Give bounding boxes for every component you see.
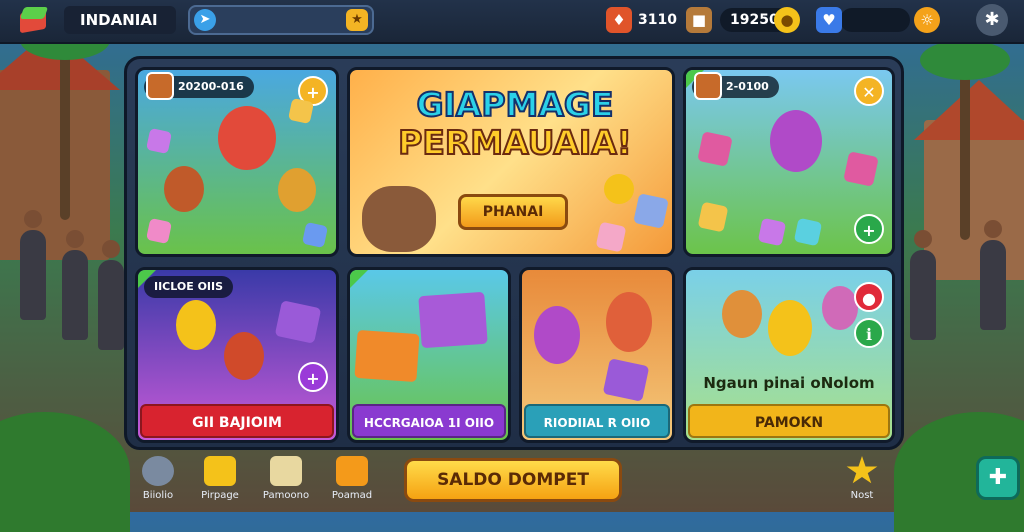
play-button[interactable]: RIODIIAL R OIIO — [524, 404, 670, 438]
gem-stat[interactable]: ♥ ☼ — [816, 6, 944, 34]
hero-character — [176, 300, 216, 350]
top-bar: INDANIAI ➤ ★ ♦ 3110 ■ 19250 ● ♥ ☼ ✱ — [0, 0, 1024, 44]
search-bar[interactable]: ➤ ★ — [188, 5, 374, 35]
house-right — [924, 120, 1024, 280]
energy-icon: ♦ — [606, 7, 632, 33]
bystander — [980, 220, 1006, 330]
bear-character — [534, 306, 580, 364]
play-button[interactable]: GII BAJIOIM — [140, 404, 334, 438]
gem-icon — [633, 193, 669, 229]
dog-character — [606, 292, 652, 352]
play-button[interactable]: PHANAI — [458, 194, 568, 230]
nav-item-chest[interactable]: Pirpage — [190, 456, 250, 501]
gem-icon — [145, 217, 173, 245]
sun-icon: ☼ — [914, 7, 940, 33]
palm-tree — [20, 20, 110, 220]
game-card-battle[interactable]: IICLOE OIIS + GII BAJIOIM — [135, 267, 339, 443]
nav-item-box[interactable]: Pamoono — [256, 456, 316, 501]
nav-item-favorites[interactable]: Nost — [832, 456, 892, 501]
gear-icon — [142, 456, 174, 486]
gem-icon — [145, 127, 173, 155]
box-icon — [270, 456, 302, 486]
bystander — [910, 230, 936, 340]
coin-icon[interactable]: ★ — [346, 9, 368, 31]
nav-item-puzzle[interactable]: Poamad — [322, 456, 382, 501]
new-ribbon — [350, 270, 368, 288]
treasure-chest-icon — [274, 300, 322, 344]
plus-icon[interactable]: + — [298, 362, 328, 392]
dragon-character — [822, 286, 858, 330]
game-card-purple-bot[interactable]: 2-0100 ✕ + — [683, 67, 895, 257]
share-icon[interactable]: ✚ — [976, 456, 1020, 500]
wallet-balance-button[interactable]: SALDO DOMPET — [404, 458, 622, 502]
hero-banner[interactable]: GIAPMAGE PERMAUAIA! PHANAI — [347, 67, 675, 257]
player-name: INDANIAI — [64, 6, 176, 34]
gift-box-icon — [697, 201, 729, 233]
shield-icon: ♥ — [816, 7, 842, 33]
gift-box-icon — [757, 217, 787, 247]
plus-icon[interactable]: + — [854, 214, 884, 244]
bystander — [62, 230, 88, 340]
foliage — [0, 412, 130, 532]
cat-character — [768, 300, 812, 356]
star-icon — [846, 456, 878, 484]
warrior-character — [224, 332, 264, 380]
game-card-robot[interactable]: 20200-016 + — [135, 67, 339, 257]
energy-stat[interactable]: ♦ 3110 — [606, 6, 677, 34]
coin-icon — [604, 174, 634, 204]
location-icon[interactable]: ● — [854, 282, 884, 312]
gift-box-icon — [602, 358, 650, 402]
chest-icon: ■ — [686, 7, 712, 33]
bear-character — [362, 186, 436, 252]
gem-icon — [301, 221, 329, 249]
coin-stat[interactable]: ■ 19250 ● — [686, 6, 802, 34]
settings-icon[interactable]: ✱ — [976, 4, 1008, 36]
truck-icon — [354, 329, 420, 383]
gem-icon — [595, 221, 627, 253]
card-badge: 20200-016 — [144, 72, 254, 100]
gift-box-icon — [843, 151, 879, 187]
featured-games-panel: 20200-016 + GIAPMAGE PERMAUAIA! PHANAI 2… — [124, 56, 904, 450]
game-card-animals[interactable]: ● ℹ Ngaun pinai oNolom PAMOKN — [683, 267, 895, 443]
truck-icon — [418, 291, 488, 349]
avatar — [146, 72, 174, 100]
gem-icon — [287, 97, 315, 125]
compass-icon[interactable]: ➤ — [194, 9, 216, 31]
info-icon[interactable]: ℹ — [854, 318, 884, 348]
game-card-trucks[interactable]: HCCRGAIOA 1I OIIO — [347, 267, 511, 443]
house-left — [0, 70, 110, 260]
chest-icon — [204, 456, 236, 486]
card-badge: IICLOE OIIS — [144, 276, 234, 298]
game-card-pets[interactable]: RIODIIAL R OIIO — [519, 267, 675, 443]
gift-box-icon — [793, 217, 823, 247]
close-icon[interactable]: ✕ — [854, 76, 884, 106]
nav-item-settings[interactable]: Biiolio — [128, 456, 188, 501]
puzzle-icon — [336, 456, 368, 486]
purple-robot-character — [770, 110, 822, 172]
palm-tree — [920, 40, 1010, 240]
fox-character — [722, 290, 762, 338]
hero-title: GIAPMAGE PERMAUAIA! — [397, 85, 633, 163]
bystander — [98, 240, 124, 350]
gift-box-icon — [697, 131, 733, 167]
fox-character — [164, 166, 204, 212]
card-badge: 2-0100 — [692, 72, 779, 100]
bystander — [20, 210, 46, 320]
logo-cube-icon[interactable] — [16, 5, 50, 35]
play-button[interactable]: HCCRGAIOA 1I OIIO — [352, 404, 506, 438]
dog-character — [278, 168, 316, 212]
avatar — [694, 72, 722, 100]
play-button[interactable]: PAMOKN — [688, 404, 890, 438]
coin-icon: ● — [774, 7, 800, 33]
robot-character — [218, 106, 276, 170]
promo-text: Ngaun pinai oNolom — [703, 374, 875, 392]
